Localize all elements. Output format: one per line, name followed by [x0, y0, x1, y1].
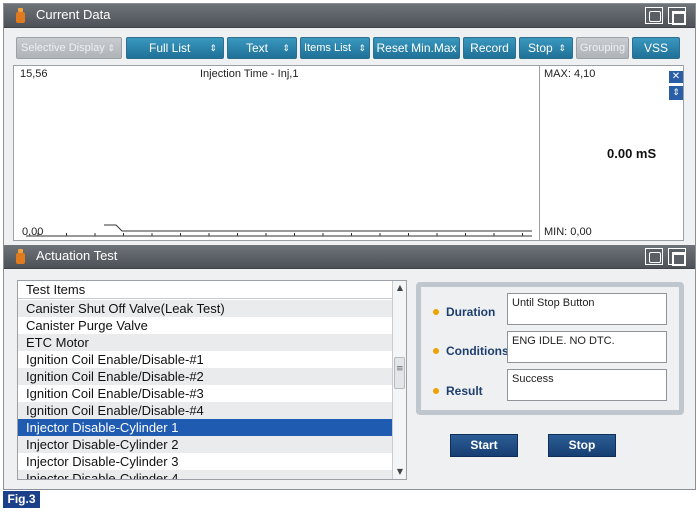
actuation-test-title: Actuation Test	[36, 248, 118, 263]
updown-arrows-icon: ⇕	[282, 43, 290, 53]
test-item-row[interactable]: Ignition Coil Enable/Disable-#2	[18, 368, 392, 385]
scroll-up-icon[interactable]: ▲	[393, 281, 406, 295]
conditions-value: ENG IDLE. NO DTC.	[507, 331, 667, 363]
conditions-label-text: Conditions	[446, 344, 509, 358]
battery-icon	[16, 249, 25, 264]
updown-arrows-icon: ⇕	[358, 43, 366, 53]
graph-y-min-label: 0,00	[22, 226, 44, 238]
selective-display-dropdown[interactable]: Selective Display ⇕	[16, 37, 122, 59]
refresh-icon[interactable]	[645, 7, 663, 24]
actuation-test-titlebar: Actuation Test	[4, 245, 695, 269]
test-item-row[interactable]: Canister Shut Off Valve(Leak Test)	[18, 300, 392, 317]
current-data-title: Current Data	[36, 7, 111, 22]
battery-icon	[16, 8, 25, 23]
scroll-down-icon[interactable]: ▼	[393, 465, 406, 479]
bullet-icon	[433, 309, 439, 315]
graph-y-max-label: 15,56	[20, 68, 48, 80]
stop-button[interactable]: Stop	[548, 434, 616, 457]
full-list-label: Full List	[149, 41, 191, 55]
test-item-row[interactable]: Injector Disable-Cylinder 2	[18, 436, 392, 453]
updown-arrows-icon: ⇕	[107, 43, 115, 53]
test-item-row[interactable]: Injector Disable-Cylinder 3	[18, 453, 392, 470]
test-item-row[interactable]: Injector Disable-Cylinder 1	[18, 419, 392, 436]
app-window: Current Data Selective Display ⇕ Full Lis…	[3, 3, 696, 490]
start-button[interactable]: Start	[450, 434, 518, 457]
graph-series-label: Injection Time - Inj,1	[200, 68, 299, 80]
bullet-icon	[433, 348, 439, 354]
result-label: Result	[433, 384, 483, 398]
selective-display-label: Selective Display	[21, 42, 105, 54]
refresh-icon[interactable]	[645, 248, 663, 265]
test-item-row[interactable]: Ignition Coil Enable/Disable-#1	[18, 351, 392, 368]
conditions-label: Conditions	[433, 344, 509, 358]
graph-divider	[539, 66, 540, 240]
duration-label: Duration	[433, 305, 495, 319]
reset-min-max-button[interactable]: Reset Min.Max	[373, 37, 460, 59]
grouping-button[interactable]: Grouping	[576, 37, 629, 59]
stop-label: Stop	[528, 41, 553, 55]
resize-arrows-icon[interactable]: ⇕	[669, 86, 683, 100]
maximize-icon[interactable]	[668, 7, 686, 25]
test-item-row[interactable]: ETC Motor	[18, 334, 392, 351]
injection-time-graph: 15,56 Injection Time - Inj,1 0,00 MAX: 4…	[13, 65, 684, 241]
duration-label-text: Duration	[446, 305, 496, 319]
test-items-list: Test Items Canister Shut Off Valve(Leak …	[17, 280, 407, 480]
bullet-icon	[433, 388, 439, 394]
text-dropdown[interactable]: Text ⇕	[227, 37, 297, 59]
result-label-text: Result	[446, 384, 483, 398]
graph-series-line	[104, 224, 532, 232]
scroll-thumb[interactable]	[394, 357, 405, 389]
stop-dropdown[interactable]: Stop ⇕	[519, 37, 573, 59]
figure-label: Fig.3	[3, 491, 40, 508]
vss-button[interactable]: VSS	[632, 37, 680, 59]
test-item-row[interactable]: Ignition Coil Enable/Disable-#3	[18, 385, 392, 402]
test-item-row[interactable]: Ignition Coil Enable/Disable-#4	[18, 402, 392, 419]
updown-arrows-icon: ⇕	[209, 43, 217, 53]
maximize-icon[interactable]	[668, 248, 686, 266]
full-list-dropdown[interactable]: Full List ⇕	[126, 37, 224, 59]
test-item-row[interactable]: Injector Disable-Cylinder 4	[18, 470, 392, 479]
duration-value: Until Stop Button	[507, 293, 667, 325]
text-label: Text	[246, 41, 269, 55]
test-info-panel: Duration Until Stop Button Conditions EN…	[416, 282, 684, 415]
graph-current-value: 0.00 mS	[607, 146, 657, 161]
graph-max-label: MAX: 4,10	[544, 68, 596, 80]
items-list-dropdown[interactable]: Items List ⇕	[300, 37, 370, 59]
test-items-header: Test Items	[18, 281, 392, 299]
close-icon[interactable]: ✕	[669, 71, 683, 83]
list-scrollbar[interactable]: ▲ ▼	[392, 281, 406, 479]
record-button[interactable]: Record	[463, 37, 516, 59]
current-data-titlebar: Current Data	[4, 4, 695, 28]
updown-arrows-icon: ⇕	[558, 43, 566, 53]
graph-plot	[26, 224, 532, 237]
graph-min-label: MIN: 0,00	[544, 226, 592, 238]
items-list-label: Items List	[304, 42, 352, 54]
test-item-row[interactable]: Canister Purge Valve	[18, 317, 392, 334]
result-value: Success	[507, 369, 667, 401]
